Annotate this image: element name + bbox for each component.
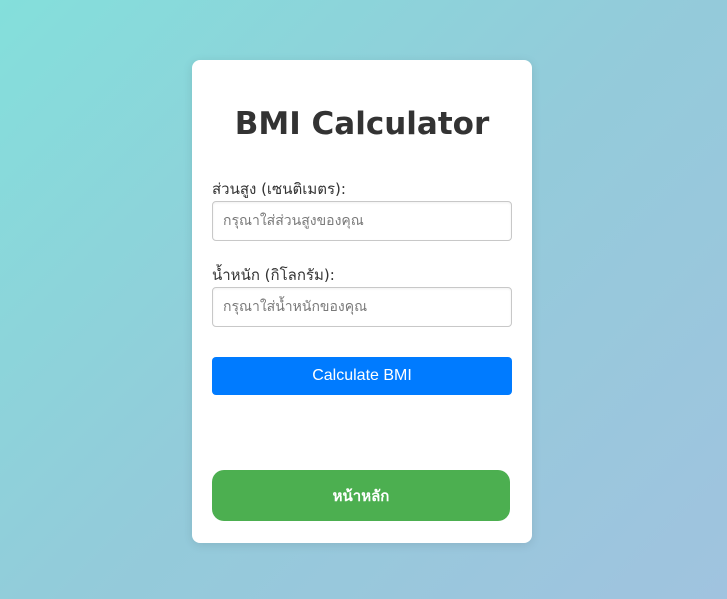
weight-label: น้ำหนัก (กิโลกรัม):: [212, 266, 335, 284]
height-label: ส่วนสูง (เซนติเมตร):: [212, 180, 346, 198]
bmi-card: BMI Calculator ส่วนสูง (เซนติเมตร): น้ำห…: [192, 60, 532, 543]
home-button[interactable]: หน้าหลัก: [212, 470, 510, 521]
height-input[interactable]: [212, 201, 512, 241]
weight-input[interactable]: [212, 287, 512, 327]
bmi-result: [212, 405, 512, 465]
page-title: BMI Calculator: [234, 106, 490, 142]
calculate-bmi-button[interactable]: Calculate BMI: [212, 357, 512, 395]
